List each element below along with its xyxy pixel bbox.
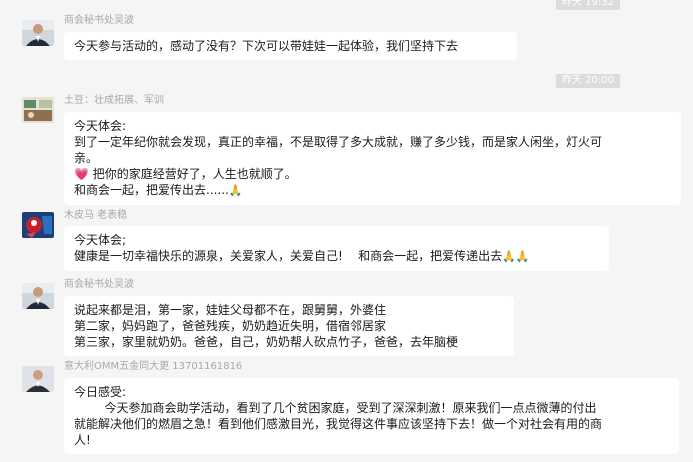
message-line: 和商会一起，把爱传出去......🙏: [74, 182, 671, 199]
message-text: 就能解决他们的燃眉之急！看到他们感激目光，我觉得这件事应该坚持下去！做一个对社会…: [74, 417, 603, 431]
message-bubble[interactable]: 说起来都是泪，第一家，娃娃父母都不在，跟舅舅，外婆住 第二家，妈妈跑了，爸爸残疾…: [64, 296, 514, 356]
message-text: 说起来都是泪，第一家，娃娃父母都不在，跟舅舅，外婆住: [74, 303, 387, 317]
message-line: 健康是一切幸福快乐的源泉，关爱家人，关爱自己! 和商会一起，把爱传递出去🙏🙏: [74, 248, 599, 265]
message-text: 今日感受:: [74, 385, 127, 399]
heart-emoji-icon: 💗: [74, 167, 89, 181]
message-bubble[interactable]: 今日感受: 今天参加商会助学活动，看到了几个贫困家庭，受到了深深刺激！原来我们一…: [64, 378, 679, 454]
sender-name: 土豆：壮成拓展、军训: [64, 95, 164, 106]
message-text: 和商会一起，把爱传出去......: [74, 183, 229, 197]
message-text: 第三家，家里就奶奶。爸爸，自己，奶奶帮人砍点竹子，爸爸，去年脑梗: [74, 335, 459, 349]
avatar-mupima[interactable]: [22, 212, 54, 238]
message-text: 把你的家庭经营好了，人生也就顺了。: [92, 167, 297, 181]
message-bubble[interactable]: 今天体会: 到了一定年纪你就会发现，真正的幸福，不是取得了多大成就，赚了多少钱，…: [64, 112, 681, 205]
message-bubble[interactable]: 今天参与活动的，感动了没有？下次可以带娃娃一起体验，我们坚持下去: [64, 32, 517, 60]
avatar-wu-bo[interactable]: [22, 20, 54, 46]
avatar-italy-omm[interactable]: [22, 366, 54, 392]
sender-name: 商会秘书处吴波: [64, 279, 134, 290]
pray-emoji-icon: 🙏: [228, 184, 243, 197]
timestamp-1: 昨天 19:32: [556, 0, 620, 10]
pray-emoji-icon: 🙏: [502, 250, 516, 263]
message-text: 到了一定年纪你就会发现，真正的幸福，不是取得了多大成就，赚了多少钱，而是家人闲坐…: [74, 135, 603, 149]
message-text: 今天体会;: [74, 233, 127, 247]
message-bubble[interactable]: 今天体会; 健康是一切幸福快乐的源泉，关爱家人，关爱自己! 和商会一起，把爱传递…: [64, 226, 609, 271]
message-text: 今天参与活动的，感动了没有？下次可以带娃娃一起体验，我们坚持下去: [74, 39, 459, 53]
pray-emoji-icon: 🙏: [515, 250, 530, 263]
avatar-tudou[interactable]: [22, 97, 54, 123]
sender-name: 意大利OMM五金同大更 13701161816: [64, 361, 243, 372]
message-text: 今天参加商会助学活动，看到了几个贫困家庭，受到了深深刺激！原来我们一点点微薄的付…: [74, 401, 597, 415]
timestamp-2: 昨天 20:00: [556, 74, 620, 88]
sender-name: 木皮马 老表稳: [64, 210, 128, 221]
message-text: 人!: [74, 433, 91, 447]
message-text: 亲。: [74, 151, 99, 165]
message-text: 健康是一切幸福快乐的源泉，关爱家人，关爱自己! 和商会一起，把爱传递出去: [74, 249, 503, 263]
message-text: 第二家，妈妈跑了，爸爸残疾，奶奶趋近失明，借宿邻居家: [74, 319, 387, 333]
message-line: 💗 把你的家庭经营好了，人生也就顺了。: [74, 166, 671, 182]
sender-name: 商会秘书处吴波: [64, 15, 134, 26]
avatar-wu-bo[interactable]: [22, 283, 54, 309]
message-text: 今天体会:: [74, 119, 127, 133]
